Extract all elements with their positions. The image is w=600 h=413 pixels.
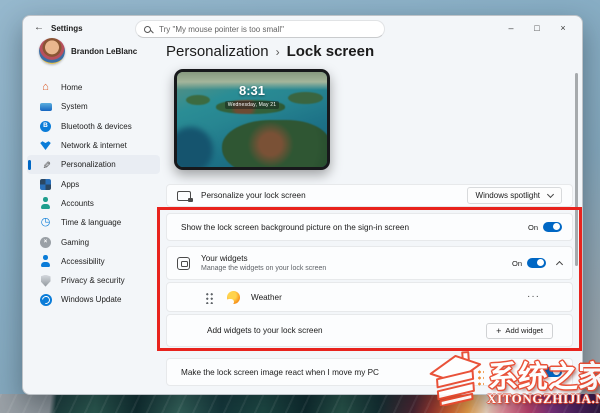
sidebar-item-network-internet[interactable]: Network & internet [27,136,160,155]
widgets-icon [177,257,190,270]
sidebar-item-gaming[interactable]: × Gaming [27,232,160,251]
row-your-widgets[interactable]: Your widgets Manage the widgets on your … [166,246,573,280]
personalization-icon: ✎ [39,158,52,171]
row-lock-screen-react: Make the lock screen image react when I … [166,358,573,386]
sidebar-item-system[interactable]: System [27,97,160,116]
settings-window: ← Settings – □ × Brandon LeBlanc ⌂ Home … [22,15,583,395]
sidebar-item-home[interactable]: ⌂ Home [27,78,160,97]
show-background-toggle[interactable] [543,222,562,233]
widgets-toggle[interactable] [527,258,546,269]
maximize-button[interactable]: □ [524,19,550,37]
system-icon [39,100,52,113]
minimize-button[interactable]: – [498,19,524,37]
privacy-icon [39,274,52,287]
window-controls: – □ × [498,19,576,37]
sidebar-nav: ⌂ Home System B Bluetooth & devices Netw… [27,78,160,310]
lock-screen-preview: 8:31 Wednesday, May 21 [174,69,330,170]
breadcrumb-separator: › [276,45,280,59]
chevron-down-icon [547,191,554,198]
toggle-state-label: On [528,368,538,377]
react-toggle[interactable] [543,367,562,378]
sidebar-item-apps[interactable]: Apps [27,174,160,193]
breadcrumb-personalization[interactable]: Personalization [166,43,269,60]
scrollbar[interactable] [575,73,578,266]
sidebar-item-bluetooth-devices[interactable]: B Bluetooth & devices [27,117,160,136]
bluetooth-icon: B [39,120,52,133]
lock-screen-icon [177,191,191,201]
more-options-button[interactable]: ··· [527,295,540,299]
toggle-state-label: On [528,223,538,232]
row-personalize-lock-screen: Personalize your lock screen Windows spo… [166,184,573,207]
sidebar-item-personalization[interactable]: ✎ Personalization [27,155,160,174]
sidebar-item-accounts[interactable]: Accounts [27,194,160,213]
weather-icon [227,291,240,304]
search-icon [144,26,151,33]
add-widget-button[interactable]: + Add widget [486,323,553,339]
close-button[interactable]: × [550,19,576,37]
row-add-widgets: Add widgets to your lock screen + Add wi… [166,314,573,347]
drag-handle-icon[interactable] [205,291,214,304]
back-button[interactable]: ← [34,22,44,33]
breadcrumb: Personalization › Lock screen [166,43,374,60]
windows-update-icon [39,293,52,306]
home-icon: ⌂ [39,81,52,94]
toggle-state-label: On [512,259,522,268]
accounts-icon [39,197,52,210]
app-title: Settings [51,24,83,33]
avatar[interactable] [39,38,65,64]
row-widget-weather: Weather ··· [166,282,573,312]
desktop-wallpaper-strip [0,394,600,413]
preview-clock: 8:31 [177,83,327,98]
sidebar-item-privacy-security[interactable]: Privacy & security [27,271,160,290]
personalize-dropdown[interactable]: Windows spotlight [467,187,562,204]
chevron-up-icon[interactable] [556,260,563,267]
sidebar-item-accessibility[interactable]: Accessibility [27,252,160,271]
plus-icon: + [496,326,501,336]
user-name: Brandon LeBlanc [71,47,137,56]
preview-date: Wednesday, May 21 [177,101,327,109]
accessibility-icon [39,255,52,268]
row-show-background-signin: Show the lock screen background picture … [166,213,573,241]
network-icon [39,139,52,152]
time-language-icon: ◷ [39,216,52,229]
search-box[interactable] [135,20,385,38]
lock-screen-preview-image: 8:31 Wednesday, May 21 [177,72,327,167]
page-title: Lock screen [287,43,375,60]
search-input[interactable] [157,24,376,35]
sidebar-item-time-language[interactable]: ◷ Time & language [27,213,160,232]
sidebar-item-windows-update[interactable]: Windows Update [27,290,160,309]
gaming-icon: × [39,236,52,249]
apps-icon [39,178,52,191]
